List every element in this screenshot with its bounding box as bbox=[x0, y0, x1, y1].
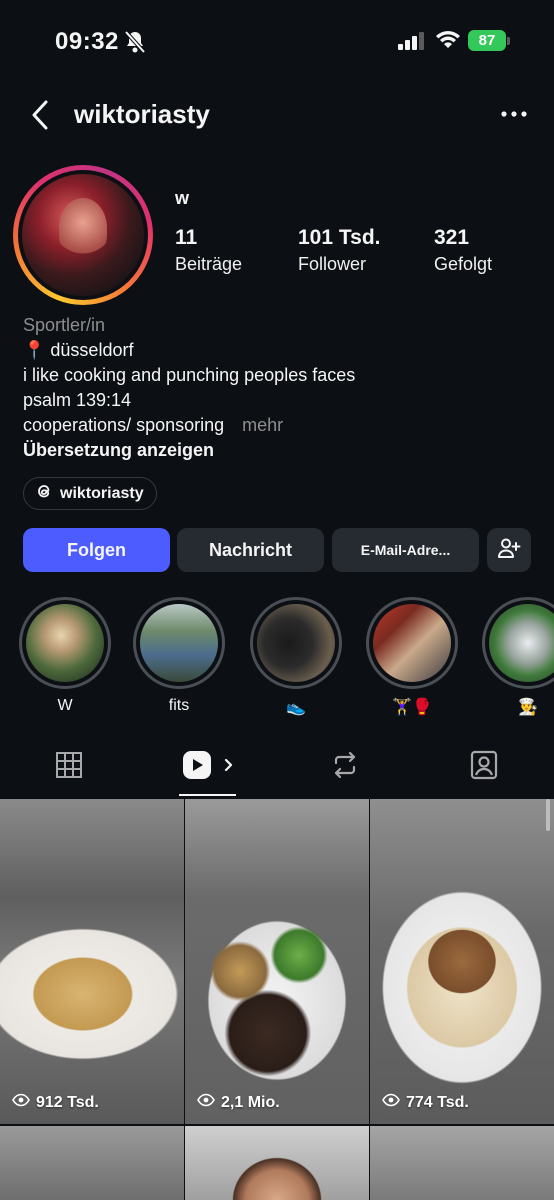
bio-line-verse: psalm 139:14 bbox=[23, 390, 132, 410]
stat-posts-value: 11 bbox=[175, 226, 198, 249]
header-username: wiktoriasty bbox=[74, 99, 210, 129]
stat-posts-label: Beiträge bbox=[175, 254, 243, 274]
reel-image-pasta bbox=[370, 799, 554, 1124]
translate-link[interactable]: Übersetzung anzeigen bbox=[23, 438, 533, 463]
tab-reels[interactable] bbox=[175, 747, 245, 787]
more-options-icon[interactable] bbox=[500, 102, 528, 126]
message-button[interactable]: Nachricht bbox=[177, 528, 324, 572]
highlight-cover bbox=[489, 604, 554, 682]
reel-image-partial bbox=[185, 1126, 369, 1200]
highlight-cover bbox=[373, 604, 451, 682]
reel-thumbnail[interactable] bbox=[185, 1126, 369, 1200]
tagged-person-icon bbox=[468, 749, 500, 786]
highlight-label: 🏋️‍♀️🥊 bbox=[392, 699, 432, 716]
highlight-ring bbox=[250, 597, 342, 689]
threads-handle: wiktoriasty bbox=[60, 484, 144, 502]
reel-image-partial bbox=[0, 1126, 184, 1200]
highlight-ring bbox=[366, 597, 458, 689]
reel-thumbnail[interactable] bbox=[370, 1126, 554, 1200]
reel-thumbnail[interactable]: 2,1 Mio. bbox=[185, 799, 369, 1124]
reel-views: 2,1 Mio. bbox=[197, 1093, 280, 1112]
reel-views: 774 Tsd. bbox=[382, 1093, 469, 1112]
tab-tagged[interactable] bbox=[449, 747, 519, 787]
stat-followers-value: 101 Tsd. bbox=[298, 226, 381, 249]
bio-line-about: i like cooking and punching peoples face… bbox=[23, 365, 356, 385]
scrollbar[interactable] bbox=[546, 799, 550, 831]
eye-icon bbox=[382, 1093, 400, 1112]
grid-icon bbox=[55, 751, 83, 784]
status-bar: 09:32 87 bbox=[0, 0, 554, 84]
highlight-label: 👟 bbox=[286, 699, 306, 716]
reel-views: 912 Tsd. bbox=[12, 1093, 99, 1112]
eye-icon bbox=[197, 1093, 215, 1112]
bio-line-location: 📍 düsseldorf bbox=[23, 340, 134, 360]
profile-tabs bbox=[0, 737, 554, 797]
stat-following[interactable]: 321 Gefolgt bbox=[434, 226, 492, 275]
email-button[interactable]: E-Mail-Adre... bbox=[332, 528, 479, 572]
bio-more-link[interactable]: mehr bbox=[242, 415, 283, 435]
reel-thumbnail[interactable]: 774 Tsd. bbox=[370, 799, 554, 1124]
avatar-story-ring[interactable] bbox=[13, 165, 153, 305]
highlight-label: 👨‍🍳 bbox=[518, 699, 538, 716]
tab-grid[interactable] bbox=[34, 747, 104, 787]
bio-category: Sportler/in bbox=[23, 315, 106, 335]
add-user-button[interactable] bbox=[487, 528, 531, 572]
back-chevron-icon[interactable] bbox=[26, 98, 56, 132]
threads-link[interactable]: wiktoriasty bbox=[23, 477, 157, 510]
profile-header: wiktoriasty bbox=[0, 90, 554, 140]
reel-image-partial bbox=[370, 1126, 554, 1200]
highlight-cover bbox=[257, 604, 335, 682]
add-user-icon bbox=[497, 537, 521, 564]
repost-icon bbox=[330, 750, 360, 785]
bio: Sportler/in 📍 düsseldorf i like cooking … bbox=[23, 313, 533, 463]
tab-reposts[interactable] bbox=[310, 747, 380, 787]
highlight-ring bbox=[482, 597, 554, 689]
stat-posts: 11 Beiträge bbox=[175, 226, 242, 275]
reel-image-bowl bbox=[185, 799, 369, 1124]
reel-thumbnail[interactable]: 912 Tsd. bbox=[0, 799, 184, 1124]
bio-line-contact-text: cooperations/ sponsoring bbox=[23, 415, 225, 435]
highlight-ring bbox=[19, 597, 111, 689]
highlight-label: W bbox=[57, 697, 73, 714]
eye-icon bbox=[12, 1093, 30, 1112]
reel-views-count: 912 Tsd. bbox=[36, 1093, 99, 1111]
avatar-frame bbox=[18, 170, 148, 300]
highlight-label: fits bbox=[168, 697, 190, 714]
stat-following-value: 321 bbox=[434, 226, 470, 249]
reel-views-count: 2,1 Mio. bbox=[221, 1093, 280, 1111]
stat-followers-label: Follower bbox=[298, 254, 367, 274]
highlight-shoe[interactable]: 👟 bbox=[250, 597, 342, 717]
highlight-cooking[interactable]: 👨‍🍳 bbox=[482, 597, 554, 717]
highlight-w[interactable]: W bbox=[19, 597, 111, 717]
reel-views-count: 774 Tsd. bbox=[406, 1093, 469, 1111]
reel-thumbnail[interactable] bbox=[0, 1126, 184, 1200]
reels-grid: 912 Tsd. 2,1 Mio. 774 Tsd. bbox=[0, 799, 554, 1200]
highlight-ring bbox=[133, 597, 225, 689]
highlight-training[interactable]: 🏋️‍♀️🥊 bbox=[366, 597, 458, 717]
status-time: 09:32 bbox=[55, 28, 119, 55]
battery-icon: 87 bbox=[468, 30, 506, 51]
avatar bbox=[22, 174, 144, 296]
stat-following-label: Gefolgt bbox=[434, 254, 493, 274]
battery-tip bbox=[507, 37, 510, 45]
display-name: w bbox=[175, 188, 190, 208]
highlight-fits[interactable]: fits bbox=[133, 597, 225, 717]
reels-icon bbox=[181, 749, 239, 786]
active-tab-indicator bbox=[179, 794, 236, 796]
wifi-icon bbox=[435, 30, 461, 55]
follow-button[interactable]: Folgen bbox=[23, 528, 170, 572]
threads-icon bbox=[36, 482, 52, 505]
bio-line-contact: cooperations/ sponsoring mehr bbox=[23, 413, 533, 438]
highlight-cover bbox=[26, 604, 104, 682]
stat-followers[interactable]: 101 Tsd. Follower bbox=[298, 226, 380, 275]
cellular-signal-icon bbox=[398, 32, 426, 55]
highlight-cover bbox=[140, 604, 218, 682]
reel-image-hummus bbox=[0, 799, 184, 1124]
bell-muted-icon bbox=[124, 30, 146, 59]
